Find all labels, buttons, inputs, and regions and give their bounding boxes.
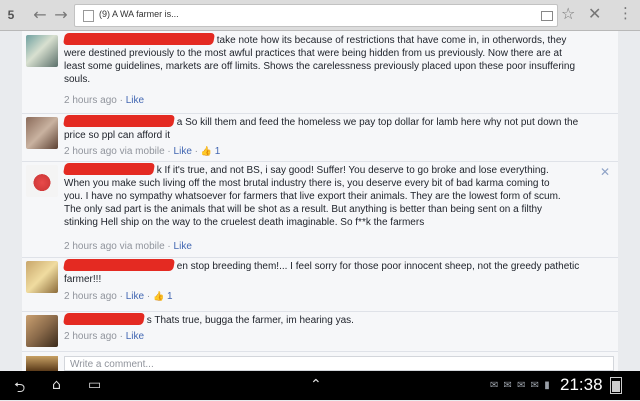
avatar[interactable] [26, 315, 58, 347]
comment-body: take note how its because of restriction… [62, 33, 584, 86]
avatar [26, 356, 58, 371]
like-link[interactable]: Like [174, 146, 192, 157]
comment-time[interactable]: 2 hours ago [64, 331, 117, 342]
comment-meta: 2 hours ago · Like [64, 95, 145, 106]
thumbs-up-icon: 👍 [152, 291, 165, 301]
comment-meta: 2 hours ago via mobile · Like · 👍 1 [64, 146, 221, 157]
like-link[interactable]: Like [126, 331, 144, 342]
comment-body: a So kill them and feed the homeless we … [62, 115, 584, 142]
author-name-redacted[interactable] [62, 33, 216, 45]
comment-input[interactable]: Write a comment... [64, 356, 614, 371]
comment-item: take note how its because of restriction… [22, 31, 618, 114]
comment-text: s Thats true, bugga the farmer, im heari… [146, 315, 354, 326]
notification-icons: ✉ ✉ ✉ ✉ ▮ [490, 380, 551, 391]
comment-via: via mobile [119, 146, 165, 157]
back-icon[interactable]: ← [31, 5, 49, 25]
system-navigation-bar: ⮌ ⌂ ▭ ⌃ ✉ ✉ ✉ ✉ ▮ 21:38 [0, 371, 640, 400]
recents-icon[interactable]: ▭ [88, 377, 101, 393]
comment-body: k If it's true, and not BS, i say good! … [62, 163, 564, 229]
home-icon[interactable]: ⌂ [52, 377, 61, 393]
comment-meta: 2 hours ago · Like · 👍 1 [64, 291, 173, 302]
comment-composer: Write a comment... [22, 353, 618, 371]
battery-icon [610, 377, 622, 394]
comments-viewport: take note how its because of restriction… [0, 31, 640, 371]
comment-time[interactable]: 2 hours ago [64, 291, 117, 302]
author-name-redacted[interactable] [62, 163, 156, 175]
comment-item: a So kill them and feed the homeless we … [22, 113, 618, 162]
author-name-redacted[interactable] [62, 259, 176, 271]
author-name-redacted[interactable] [62, 313, 146, 325]
comment-time[interactable]: 2 hours ago [64, 95, 117, 106]
comment-via: via mobile [119, 241, 165, 252]
comment-body: s Thats true, bugga the farmer, im heari… [62, 313, 584, 327]
menu-icon[interactable]: ⋮ [618, 4, 633, 22]
comment-item: en stop breeding them!... I feel sorry f… [22, 257, 618, 312]
back-icon[interactable]: ⮌ [14, 377, 25, 401]
avatar[interactable] [26, 165, 58, 197]
comment-meta: 2 hours ago · Like [64, 331, 145, 342]
avatar[interactable] [26, 117, 58, 149]
address-bar[interactable]: (9) A WA farmer is... [74, 4, 558, 27]
comment-meta: 2 hours ago via mobile · Like [64, 241, 192, 252]
clock: 21:38 [560, 375, 603, 394]
avatar[interactable] [26, 35, 58, 67]
close-icon[interactable]: ✕ [600, 165, 610, 179]
avatar[interactable] [26, 261, 58, 293]
author-name-redacted[interactable] [62, 115, 176, 127]
like-count[interactable]: 1 [215, 146, 221, 157]
tab-count-button[interactable]: 5 [2, 7, 20, 23]
comment-time[interactable]: 2 hours ago [64, 241, 117, 252]
menu-icon[interactable]: ⌃ [310, 377, 322, 393]
comment-body: en stop breeding them!... I feel sorry f… [62, 259, 584, 286]
comment-list: take note how its because of restriction… [22, 31, 618, 371]
like-link[interactable]: Like [174, 241, 192, 252]
forward-icon[interactable]: → [52, 5, 70, 25]
like-link[interactable]: Like [126, 291, 144, 302]
like-count[interactable]: 1 [167, 291, 173, 302]
star-icon[interactable]: ☆ [561, 4, 575, 23]
reader-icon[interactable] [541, 11, 553, 21]
close-icon[interactable]: ✕ [588, 4, 601, 23]
like-link[interactable]: Like [126, 95, 144, 106]
comment-item: s Thats true, bugga the farmer, im heari… [22, 311, 618, 352]
thumbs-up-icon: 👍 [200, 146, 212, 156]
url-text[interactable]: (9) A WA farmer is... [99, 9, 179, 19]
comment-time[interactable]: 2 hours ago [64, 146, 117, 157]
comment-item: k If it's true, and not BS, i say good! … [22, 161, 618, 258]
browser-toolbar: 5 ← → (9) A WA farmer is... ☆ ✕ ⋮ [0, 0, 640, 31]
page-icon [83, 10, 94, 22]
